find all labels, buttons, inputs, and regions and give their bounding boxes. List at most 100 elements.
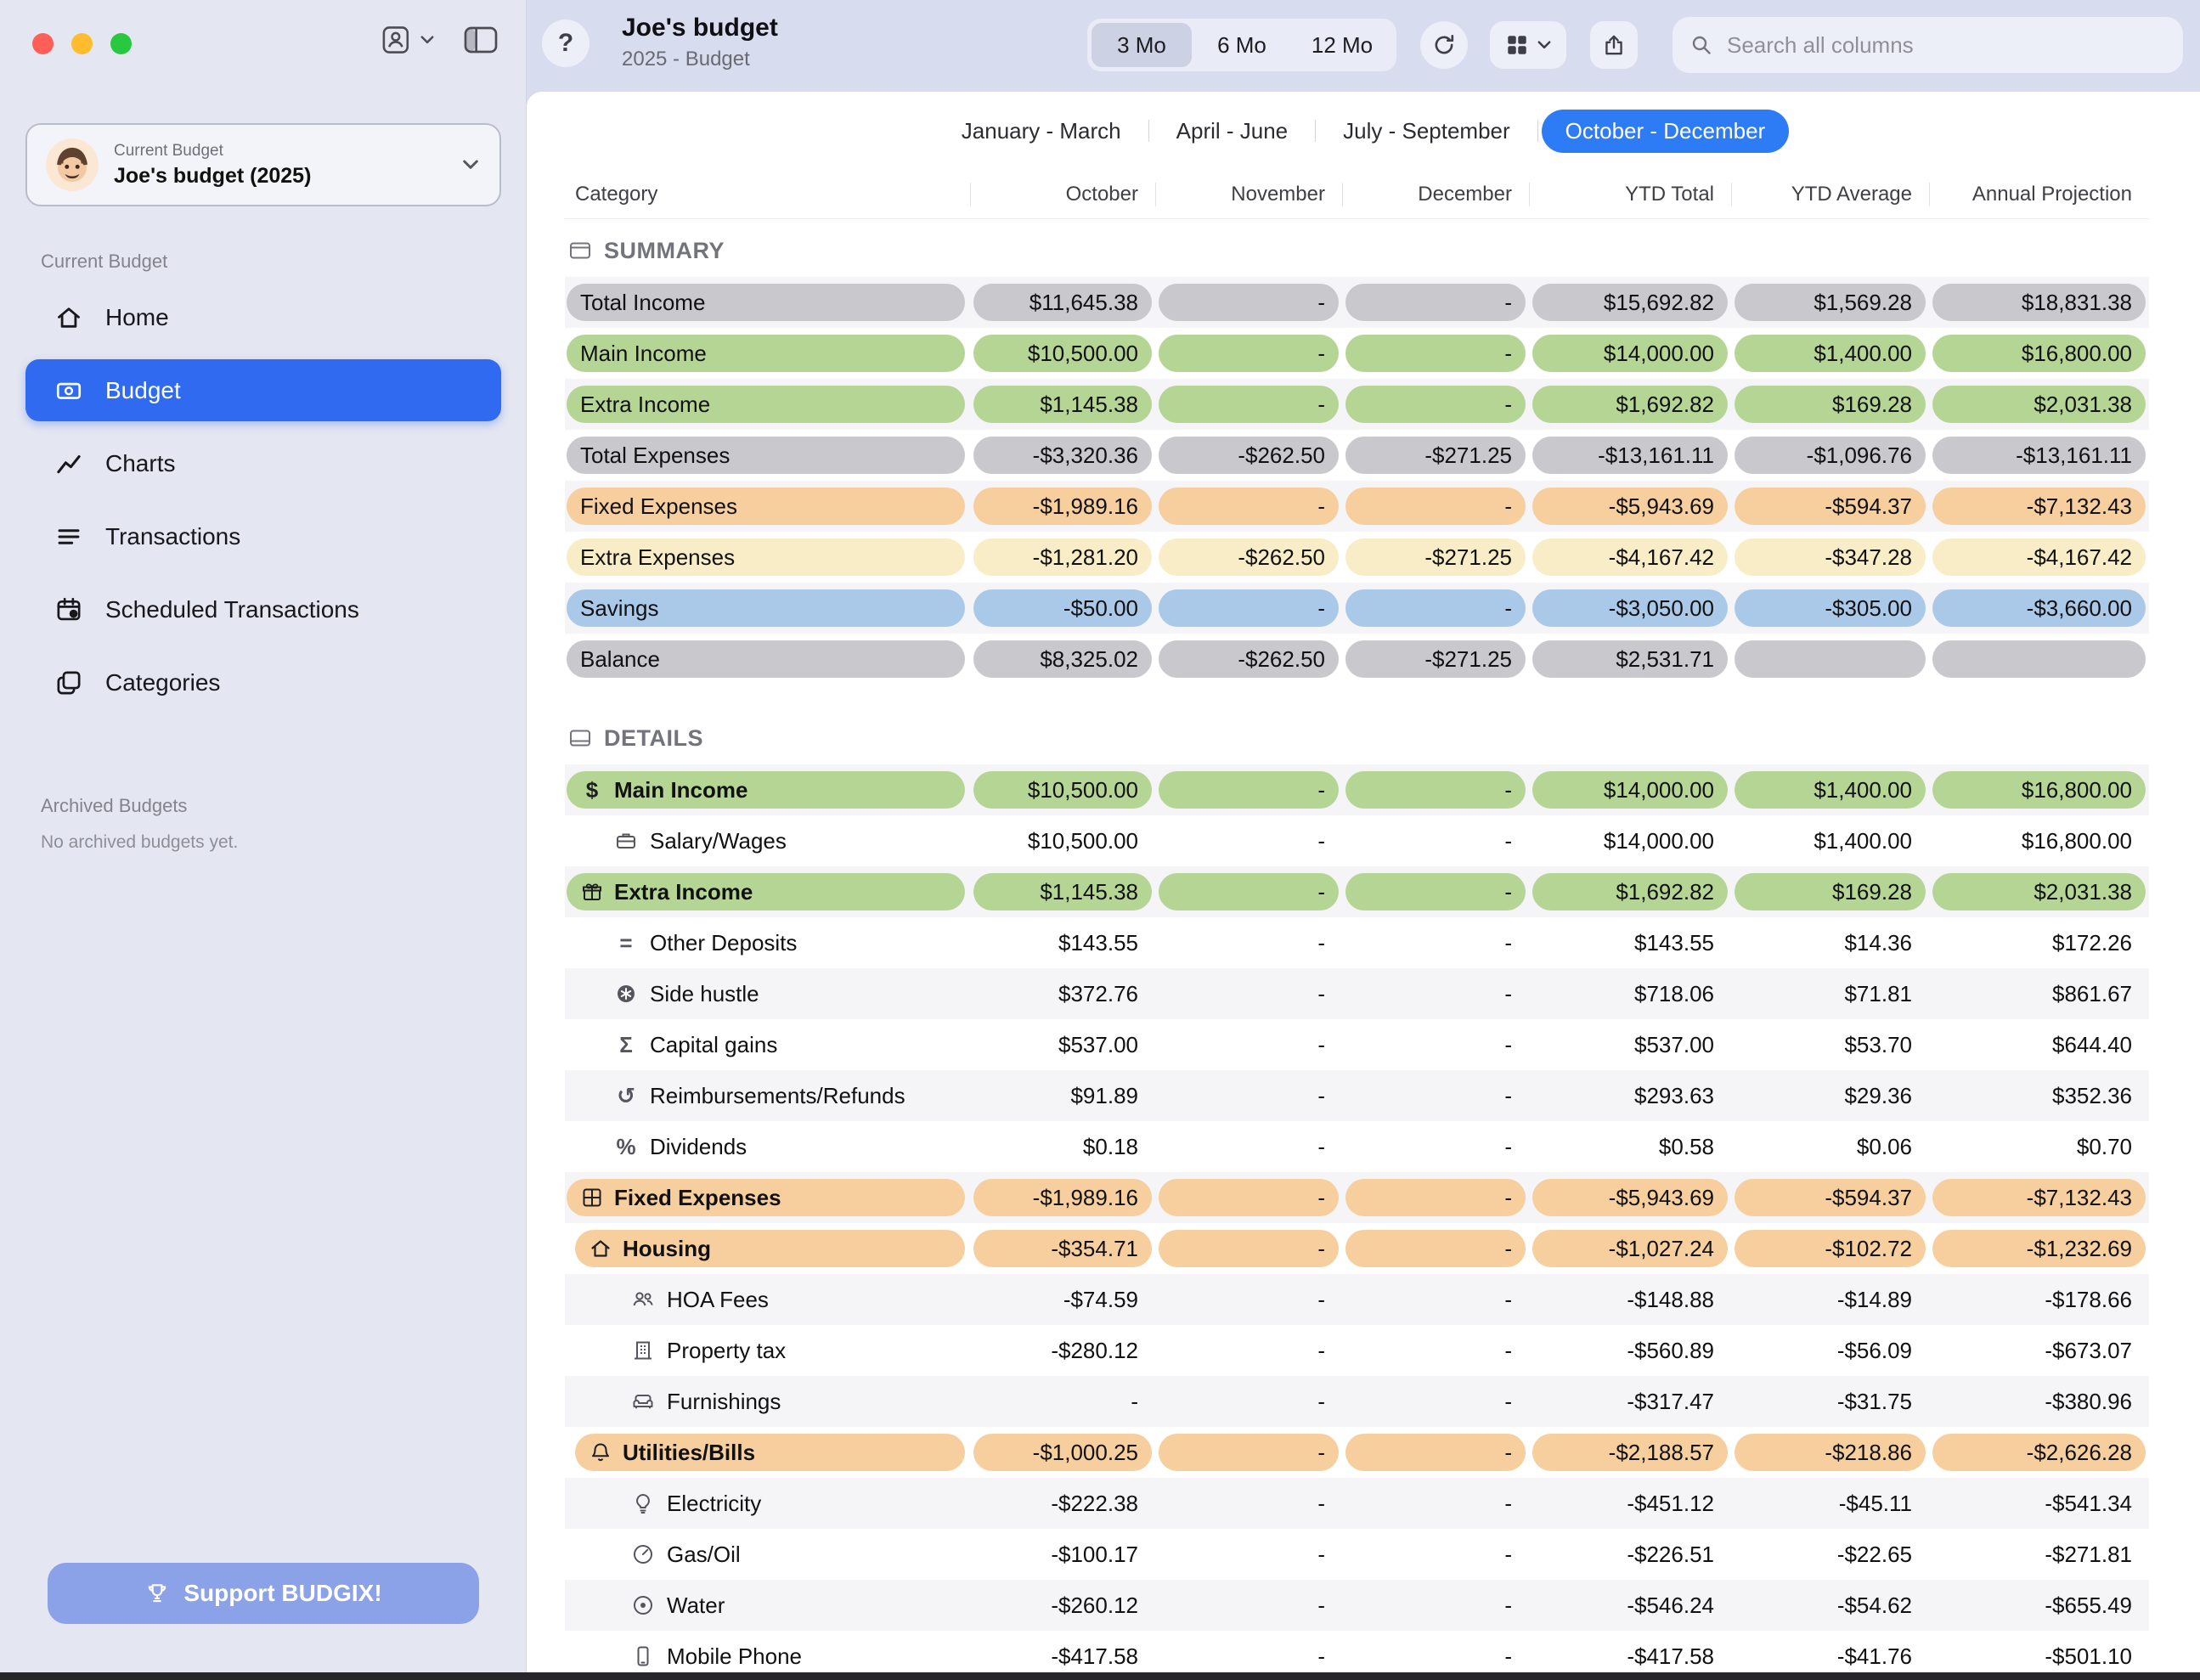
people-icon xyxy=(631,1288,655,1311)
details-row-side-hustle[interactable]: Side hustle$372.76--$718.06$71.81$861.67 xyxy=(565,968,2149,1019)
tab-april-june[interactable]: April - June xyxy=(1153,110,1312,153)
value-cell: - xyxy=(1155,1338,1342,1364)
tab-october-december[interactable]: October - December xyxy=(1542,110,1790,153)
account-menu-button[interactable] xyxy=(382,25,435,54)
sidebar-item-budget[interactable]: Budget xyxy=(25,359,501,421)
summary-row-extra-expenses[interactable]: Extra Expenses-$1,281.20-$262.50-$271.25… xyxy=(565,532,2149,583)
details-row-capital-gains[interactable]: ΣCapital gains$537.00--$537.00$53.70$644… xyxy=(565,1019,2149,1070)
details-row-gas-oil[interactable]: Gas/Oil-$100.17---$226.51-$22.65-$271.81 xyxy=(565,1529,2149,1580)
summary-row-total-expenses[interactable]: Total Expenses-$3,320.36-$262.50-$271.25… xyxy=(565,430,2149,481)
value-cell: -$218.86 xyxy=(1735,1434,1926,1471)
main-area: ? Joe's budget 2025 - Budget 3 Mo6 Mo12 … xyxy=(527,0,2200,1680)
summary-row-balance[interactable]: Balance$8,325.02-$262.50-$271.25$2,531.7… xyxy=(565,634,2149,685)
sidebar-item-home[interactable]: Home xyxy=(25,286,501,348)
details-row-dividends[interactable]: %Dividends$0.18--$0.58$0.06$0.70 xyxy=(565,1121,2149,1172)
value-cell: $53.70 xyxy=(1731,1032,1929,1058)
value-cell: -$5,943.69 xyxy=(1532,1179,1728,1216)
value-cell: - xyxy=(1342,930,1529,956)
details-row-utilities-bills[interactable]: Utilities/Bills-$1,000.25---$2,188.57-$2… xyxy=(565,1427,2149,1478)
tab-january-march[interactable]: January - March xyxy=(938,110,1145,153)
details-row-furnishings[interactable]: Furnishings----$317.47-$31.75-$380.96 xyxy=(565,1376,2149,1427)
details-row-water[interactable]: Water-$260.12---$546.24-$54.62-$655.49 xyxy=(565,1580,2149,1631)
value-cell: -$3,660.00 xyxy=(1932,589,2146,627)
bulb-icon xyxy=(631,1491,655,1515)
column-header-ytd-total[interactable]: YTD Total xyxy=(1529,183,1731,206)
summary-row-total-income[interactable]: Total Income$11,645.38--$15,692.82$1,569… xyxy=(565,277,2149,328)
help-button[interactable]: ? xyxy=(542,20,589,67)
minimize-window-button[interactable] xyxy=(71,33,93,54)
summary-row-fixed-expenses[interactable]: Fixed Expenses-$1,989.16---$5,943.69-$59… xyxy=(565,481,2149,532)
value-cell: $537.00 xyxy=(970,1032,1155,1058)
layout-grid-button[interactable] xyxy=(1490,21,1566,69)
value-cell: $16,800.00 xyxy=(1929,828,2149,854)
value-cell: $14,000.00 xyxy=(1529,828,1731,854)
value-cell: -$451.12 xyxy=(1529,1491,1731,1517)
value-cell: $537.00 xyxy=(1529,1032,1731,1058)
search-icon xyxy=(1689,33,1713,57)
column-header-october[interactable]: October xyxy=(970,183,1155,206)
details-row-fixed-expenses[interactable]: Fixed Expenses-$1,989.16---$5,943.69-$59… xyxy=(565,1172,2149,1223)
support-button[interactable]: Support BUDGIX! xyxy=(48,1563,479,1624)
value-cell: -$2,626.28 xyxy=(1932,1434,2146,1471)
column-header-december[interactable]: December xyxy=(1342,183,1529,206)
period-segment-12-mo[interactable]: 12 Mo xyxy=(1292,23,1392,67)
sidebar-item-transactions[interactable]: Transactions xyxy=(25,505,501,567)
value-cell: -$226.51 xyxy=(1529,1542,1731,1568)
summary-row-savings[interactable]: Savings-$50.00---$3,050.00-$305.00-$3,66… xyxy=(565,583,2149,634)
summary-section-icon xyxy=(568,239,592,262)
details-row-main-income[interactable]: $Main Income$10,500.00--$14,000.00$1,400… xyxy=(565,764,2149,815)
import-export-button[interactable] xyxy=(1590,21,1638,69)
sidebar-item-charts[interactable]: Charts xyxy=(25,432,501,494)
summary-row-main-income[interactable]: Main Income$10,500.00--$14,000.00$1,400.… xyxy=(565,328,2149,379)
search-input[interactable] xyxy=(1725,31,2166,59)
tab-july-september[interactable]: July - September xyxy=(1319,110,1534,153)
details-row-extra-income[interactable]: Extra Income$1,145.38--$1,692.82$169.28$… xyxy=(565,866,2149,917)
sidebar-item-label: Charts xyxy=(105,450,175,477)
column-header-annual-projection[interactable]: Annual Projection xyxy=(1929,183,2149,206)
toggle-sidebar-button[interactable] xyxy=(464,26,498,54)
value-cell: - xyxy=(1345,589,1526,627)
chevron-down-icon xyxy=(460,158,481,172)
value-cell: - xyxy=(1159,771,1339,809)
details-row-hoa-fees[interactable]: HOA Fees-$74.59---$148.88-$14.89-$178.66 xyxy=(565,1274,2149,1325)
period-segmented-control: 3 Mo6 Mo12 Mo xyxy=(1087,19,1396,71)
details-row-property-tax[interactable]: Property tax-$280.12---$560.89-$56.09-$6… xyxy=(565,1325,2149,1376)
summary-row-extra-income[interactable]: Extra Income$1,145.38--$1,692.82$169.28$… xyxy=(565,379,2149,430)
value-cell: $10,500.00 xyxy=(973,335,1152,372)
value-cell: -$541.34 xyxy=(1929,1491,2149,1517)
title-block: Joe's budget 2025 - Budget xyxy=(622,14,778,71)
details-row-electricity[interactable]: Electricity-$222.38---$451.12-$45.11-$54… xyxy=(565,1478,2149,1529)
value-cell: - xyxy=(1155,1389,1342,1415)
details-row-other-deposits[interactable]: =Other Deposits$143.55--$143.55$14.36$17… xyxy=(565,917,2149,968)
search-field[interactable] xyxy=(1673,17,2183,73)
category-label: Dividends xyxy=(650,1134,747,1160)
sidebar-item-categories[interactable]: Categories xyxy=(25,651,501,713)
category-label: Other Deposits xyxy=(650,930,797,956)
column-header-ytd-average[interactable]: YTD Average xyxy=(1731,183,1929,206)
sidebar-section-label: Current Budget xyxy=(25,251,501,273)
value-cell: $1,692.82 xyxy=(1532,386,1728,423)
value-cell: $169.28 xyxy=(1735,386,1926,423)
sofa-icon xyxy=(631,1390,655,1413)
zoom-window-button[interactable] xyxy=(110,33,132,54)
value-cell: $1,145.38 xyxy=(973,386,1152,423)
period-segment-6-mo[interactable]: 6 Mo xyxy=(1192,23,1292,67)
equals-icon: = xyxy=(614,931,638,955)
value-cell: -$45.11 xyxy=(1731,1491,1929,1517)
column-header-category[interactable]: Category xyxy=(565,183,970,206)
column-header-november[interactable]: November xyxy=(1155,183,1342,206)
current-budget-selector[interactable]: Current Budget Joe's budget (2025) xyxy=(25,123,501,206)
period-segment-3-mo[interactable]: 3 Mo xyxy=(1092,23,1192,67)
sidebar-item-scheduled-transactions[interactable]: Scheduled Transactions xyxy=(25,578,501,640)
details-row-reimbursements-refunds[interactable]: ↺Reimbursements/Refunds$91.89--$293.63$2… xyxy=(565,1070,2149,1121)
value-cell: -$41.76 xyxy=(1731,1643,1929,1670)
close-window-button[interactable] xyxy=(32,33,54,54)
details-row-housing[interactable]: Housing-$354.71---$1,027.24-$102.72-$1,2… xyxy=(565,1223,2149,1274)
refresh-button[interactable] xyxy=(1420,21,1468,69)
category-label: Side hustle xyxy=(650,981,759,1007)
value-cell: - xyxy=(1155,1083,1342,1109)
value-cell: -$22.65 xyxy=(1731,1542,1929,1568)
details-row-salary-wages[interactable]: Salary/Wages$10,500.00--$14,000.00$1,400… xyxy=(565,815,2149,866)
sidebar-item-label: Home xyxy=(105,304,169,331)
window-controls xyxy=(32,33,132,54)
